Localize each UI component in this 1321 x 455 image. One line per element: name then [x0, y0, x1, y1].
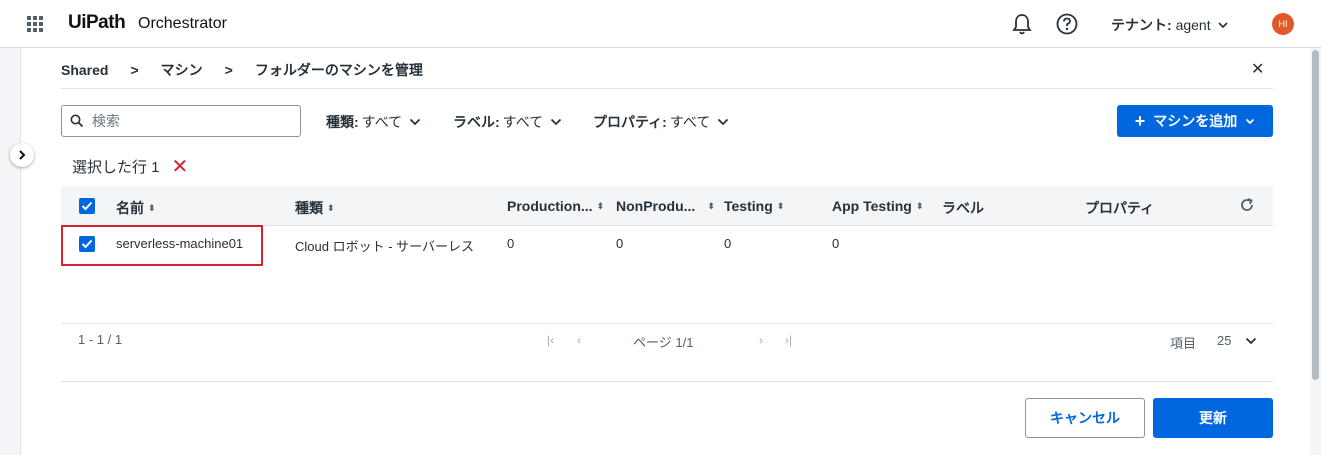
chevron-down-icon	[1246, 337, 1257, 344]
column-header-type-label: 種類	[295, 200, 323, 216]
column-header-production[interactable]: Production... ⬍	[507, 198, 604, 214]
first-page-icon[interactable]: |‹	[547, 333, 554, 347]
filter-type-label: 種類:	[326, 114, 359, 130]
cancel-button[interactable]: キャンセル	[1025, 398, 1145, 438]
add-machine-label: マシンを追加	[1153, 113, 1238, 129]
search-icon	[70, 114, 84, 128]
divider	[61, 323, 1273, 324]
sort-icon: ⬍	[596, 200, 605, 211]
user-avatar[interactable]: HI	[1272, 13, 1294, 35]
update-button[interactable]: 更新	[1153, 398, 1273, 438]
cell-app-testing: 0	[832, 236, 840, 251]
selection-highlight-box	[61, 225, 263, 266]
filter-type-value: すべて	[361, 114, 403, 130]
chevron-right-icon	[19, 150, 26, 160]
items-per-page-label: 項目	[1170, 336, 1197, 351]
column-header-production-label: Production...	[507, 198, 593, 214]
filter-property-value: すべて	[669, 114, 711, 130]
cell-type: Cloud ロボット - サーバーレス	[295, 239, 475, 254]
search-box[interactable]	[61, 105, 301, 137]
column-header-properties-label: プロパティ	[1085, 200, 1155, 216]
chevron-down-icon	[410, 118, 421, 126]
sort-icon: ⬍	[915, 200, 924, 211]
expand-sidebar-button[interactable]	[10, 143, 34, 167]
sort-icon: ⬍	[776, 200, 785, 211]
filter-label-label: ラベル:	[453, 114, 500, 130]
filter-label-value: すべて	[502, 114, 544, 130]
column-header-testing-label: Testing	[724, 198, 773, 214]
search-input[interactable]	[92, 113, 292, 129]
column-header-nonproduction[interactable]: NonProdu... ⬍	[616, 198, 715, 214]
sort-icon: ⬍	[327, 202, 335, 213]
breadcrumb: Shared > マシン > フォルダーのマシンを管理	[61, 60, 423, 80]
column-header-properties: プロパティ	[1085, 198, 1154, 218]
column-header-type[interactable]: 種類 ⬍	[295, 198, 335, 218]
previous-page-icon[interactable]: ‹	[577, 333, 581, 347]
selection-summary: 選択した行 1 ✕	[72, 156, 188, 177]
column-header-name-label: 名前	[116, 200, 144, 216]
column-header-nonproduction-label: NonProdu...	[616, 198, 696, 214]
sort-icon: ⬍	[707, 200, 715, 211]
uipath-logo[interactable]: UiPath	[68, 12, 126, 34]
column-header-name[interactable]: 名前 ⬍	[116, 198, 156, 218]
chevron-down-icon	[1218, 22, 1228, 29]
manage-machines-panel: Shared > マシン > フォルダーのマシンを管理 ✕ 種類: すべて ラベ…	[20, 48, 1310, 455]
bell-icon[interactable]	[1012, 12, 1032, 36]
chevron-down-icon	[718, 118, 729, 126]
refresh-icon[interactable]	[1239, 197, 1255, 213]
column-header-app-testing[interactable]: App Testing ⬍	[832, 198, 923, 214]
selection-text: 選択した行 1	[72, 159, 160, 176]
help-icon[interactable]	[1056, 13, 1078, 35]
table-header: 名前 ⬍ 種類 ⬍ Production... ⬍ NonProdu... ⬍ Test…	[61, 186, 1273, 226]
tenant-selector[interactable]: テナント: agent	[1111, 15, 1229, 35]
plus-icon: +	[1134, 111, 1146, 131]
sidebar-collapsed	[0, 48, 20, 455]
filter-label[interactable]: ラベル: すべて	[453, 112, 562, 132]
filter-type[interactable]: 種類: すべて	[326, 112, 421, 132]
tenant-value: agent	[1175, 17, 1211, 33]
top-bar: UiPath Orchestrator テナント: agent HI	[0, 0, 1321, 48]
column-header-labels-label: ラベル	[942, 200, 984, 216]
cell-testing: 0	[724, 236, 732, 251]
breadcrumb-separator: >	[130, 62, 139, 78]
items-per-page-select[interactable]: 25	[1217, 333, 1257, 348]
product-name: Orchestrator	[138, 15, 227, 32]
pagination-range: 1 - 1 / 1	[78, 332, 123, 347]
filter-property[interactable]: プロパティ: すべて	[593, 112, 729, 132]
clear-selection-icon[interactable]: ✕	[172, 157, 189, 177]
last-page-icon[interactable]: ›|	[785, 333, 792, 347]
apps-grid-icon[interactable]	[27, 16, 43, 32]
next-page-icon[interactable]: ›	[759, 333, 763, 347]
add-machine-button[interactable]: + マシンを追加	[1117, 105, 1273, 137]
breadcrumb-shared[interactable]: Shared	[61, 62, 108, 78]
chevron-down-icon	[551, 118, 562, 126]
tenant-label: テナント:	[1111, 17, 1172, 33]
close-icon[interactable]: ✕	[1251, 59, 1264, 79]
cell-nonproduction: 0	[616, 236, 624, 251]
breadcrumb-machines[interactable]: マシン	[161, 60, 203, 80]
scrollbar[interactable]	[1310, 48, 1321, 455]
breadcrumb-current: フォルダーのマシンを管理	[254, 62, 423, 78]
divider	[61, 381, 1273, 382]
divider	[61, 88, 1273, 89]
items-per-page-value: 25	[1217, 333, 1232, 348]
sort-icon: ⬍	[148, 202, 156, 213]
column-header-testing[interactable]: Testing ⬍	[724, 198, 784, 214]
chevron-down-icon	[1246, 118, 1255, 124]
column-header-labels: ラベル	[942, 198, 984, 218]
filter-property-label: プロパティ:	[593, 114, 667, 130]
page-indicator: ページ 1/1	[633, 335, 694, 350]
column-header-app-testing-label: App Testing	[832, 198, 912, 214]
breadcrumb-separator: >	[224, 62, 233, 78]
scrollbar-thumb[interactable]	[1312, 50, 1319, 380]
cell-production: 0	[507, 236, 515, 251]
select-all-checkbox[interactable]	[79, 198, 95, 214]
check-icon	[81, 201, 93, 211]
